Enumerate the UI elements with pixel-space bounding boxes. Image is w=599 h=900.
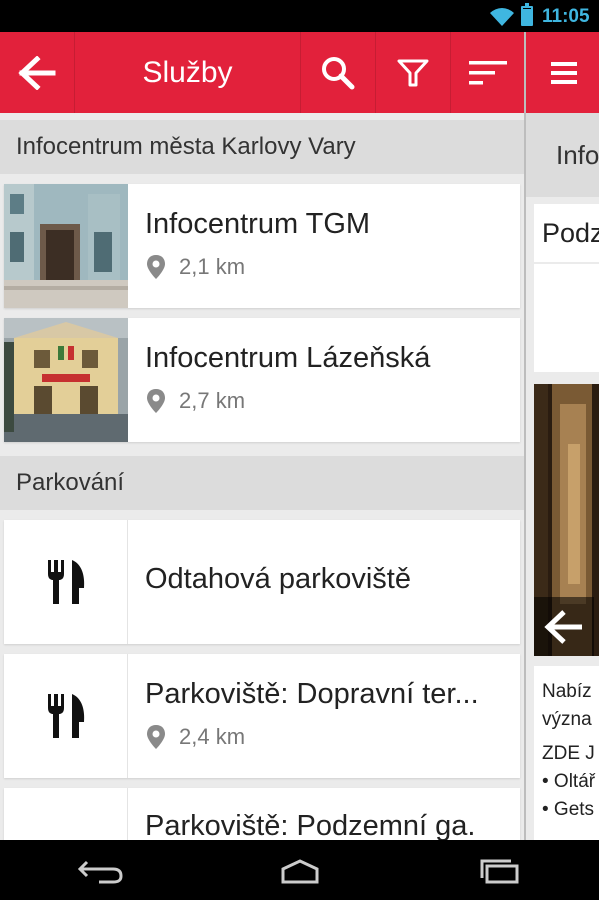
category-icon-box xyxy=(4,654,128,778)
detail-panel-peek[interactable]: Info Podz Nabíz význa ZDE J • Oltář • Ge… xyxy=(524,32,599,840)
infocentrum-tgm-photo xyxy=(4,184,128,308)
description-line: význa xyxy=(542,709,592,730)
detail-photo[interactable] xyxy=(534,384,599,656)
nav-back-icon xyxy=(77,860,123,884)
nav-back-button[interactable] xyxy=(70,854,130,888)
back-button[interactable] xyxy=(0,32,75,113)
app-bar: Služby xyxy=(0,32,524,113)
arrow-left-icon xyxy=(18,55,56,90)
nav-recents-button[interactable] xyxy=(470,854,530,888)
list-item-distance-row: 2,4 km xyxy=(145,724,245,750)
nav-recents-icon xyxy=(480,859,519,884)
menu-button[interactable] xyxy=(526,32,599,113)
services-panel: Služby Infocentrum města Karlovy Vary In… xyxy=(0,32,524,840)
section-header-infocentrum: Infocentrum města Karlovy Vary xyxy=(0,120,524,174)
list-item-parkoviste-podzemni[interactable]: Parkoviště: Podzemní ga. xyxy=(4,788,520,840)
photo-prev-button[interactable] xyxy=(534,597,594,656)
list-item-infocentrum-lazenska[interactable]: Infocentrum Lázeňská 2,7 km xyxy=(4,318,520,442)
list-item-infocentrum-tgm[interactable]: Infocentrum TGM 2,1 km xyxy=(4,184,520,308)
detail-description: Nabíz význa ZDE J • Oltář • Gets xyxy=(534,666,599,840)
sort-button[interactable] xyxy=(451,32,524,113)
list-item-distance: 2,1 km xyxy=(179,254,246,279)
detail-blank-card xyxy=(534,264,599,372)
status-time: 11:05 xyxy=(542,6,590,27)
status-bar: 11:05 xyxy=(0,0,599,32)
list-item-distance: 2,7 km xyxy=(179,388,246,413)
battery-icon xyxy=(521,3,533,26)
list-item-parkoviste-dopravni[interactable]: Parkoviště: Dopravní ter... 2,4 km xyxy=(4,654,520,778)
system-navigation-bar xyxy=(0,840,599,900)
list-item-name: Odtahová parkoviště xyxy=(145,563,411,595)
infocentrum-lazenska-photo xyxy=(4,318,128,442)
list-item-name: Parkoviště: Dopravní ter... xyxy=(145,678,479,710)
fork-knife-icon xyxy=(47,560,84,604)
list-item-name: Infocentrum TGM xyxy=(145,208,371,240)
map-pin-icon xyxy=(147,255,165,279)
description-line: • Oltář xyxy=(542,771,596,792)
hamburger-menu-icon xyxy=(550,61,577,84)
list-item-name: Parkoviště: Podzemní ga. xyxy=(145,810,476,840)
list-item-distance-row: 2,7 km xyxy=(145,388,245,414)
category-icon-box xyxy=(4,788,128,840)
sort-icon xyxy=(468,60,507,84)
nav-home-icon xyxy=(281,859,319,884)
description-line: ZDE J xyxy=(542,743,595,764)
section-header-parkovani: Parkování xyxy=(0,456,524,510)
list-item-odtahova-parkoviste[interactable]: Odtahová parkoviště xyxy=(4,520,520,644)
list-item-name: Infocentrum Lázeňská xyxy=(145,342,431,374)
detail-item-title: Podz xyxy=(534,204,599,262)
map-pin-icon xyxy=(147,725,165,749)
detail-section-header: Info xyxy=(526,113,599,197)
filter-icon xyxy=(397,59,429,86)
description-line: • Gets xyxy=(542,799,595,820)
filter-button[interactable] xyxy=(376,32,451,113)
map-pin-icon xyxy=(147,389,165,413)
wifi-icon xyxy=(490,8,514,26)
arrow-left-icon xyxy=(544,609,582,644)
fork-knife-icon xyxy=(47,694,84,738)
category-icon-box xyxy=(4,520,128,644)
nav-home-button[interactable] xyxy=(270,854,330,888)
list-item-distance: 2,4 km xyxy=(179,724,246,749)
list-item-distance-row: 2,1 km xyxy=(145,254,245,280)
search-button[interactable] xyxy=(301,32,376,113)
page-title: Služby xyxy=(75,32,301,113)
search-icon xyxy=(322,56,355,89)
description-line: Nabíz xyxy=(542,681,592,702)
